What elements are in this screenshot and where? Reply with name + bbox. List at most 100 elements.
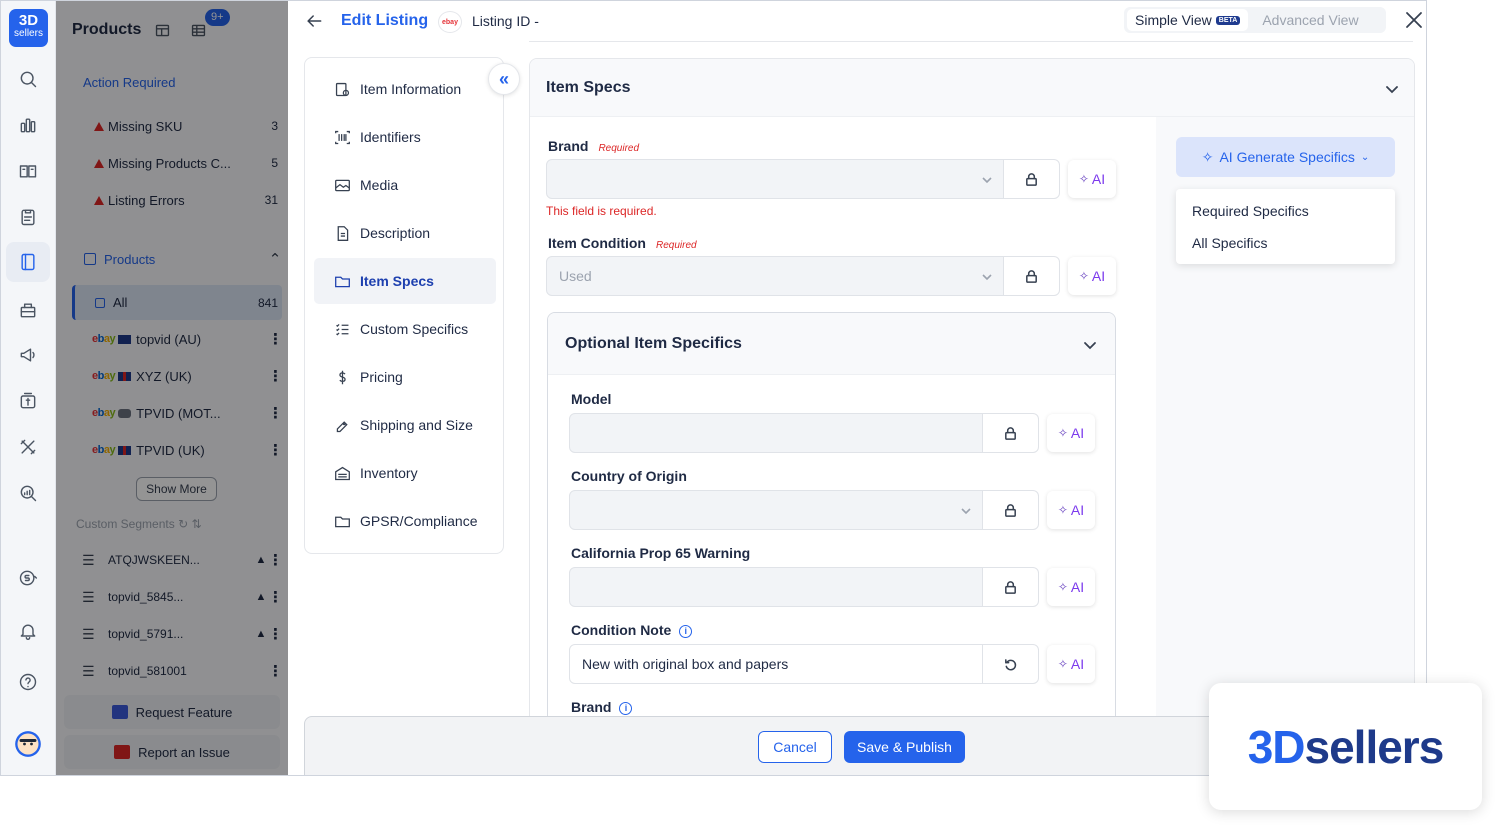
nav-item-identifiers[interactable]: Identifiers: [314, 114, 496, 160]
tools-icon[interactable]: [14, 433, 42, 461]
products-section-header[interactable]: Products ⌃: [72, 244, 282, 274]
subscription-icon[interactable]: [14, 564, 42, 592]
analytics-icon[interactable]: [14, 111, 42, 139]
nav-item-shipping[interactable]: Shipping and Size: [314, 402, 496, 448]
close-icon[interactable]: [1404, 10, 1424, 30]
kebab-menu-icon[interactable]: ⋮: [268, 551, 283, 569]
brand-select[interactable]: [546, 159, 1004, 199]
refresh-icon[interactable]: ↻: [178, 517, 188, 531]
sort-icon[interactable]: ⇅: [191, 517, 201, 531]
report-issue-button[interactable]: Report an Issue: [64, 735, 280, 769]
lock-icon[interactable]: [1004, 256, 1060, 296]
kebab-menu-icon[interactable]: ⋮: [268, 330, 283, 348]
nav-item-information[interactable]: Item Information: [314, 66, 496, 112]
nav-item-gpsr[interactable]: GPSR/Compliance: [314, 498, 496, 544]
help-icon[interactable]: [14, 668, 42, 696]
drag-handle-icon[interactable]: ☰: [82, 663, 96, 680]
kebab-menu-icon[interactable]: ⋮: [268, 441, 283, 459]
menu-item-required-specifics[interactable]: Required Specifics: [1192, 203, 1309, 219]
ai-fill-button[interactable]: ✧ AI: [1068, 257, 1116, 295]
ai-fill-button[interactable]: ✧ AI: [1047, 491, 1095, 529]
inventory-icon[interactable]: [14, 296, 42, 324]
chevron-down-icon[interactable]: [1083, 338, 1097, 352]
ai-fill-button[interactable]: ✧ AI: [1068, 160, 1116, 198]
item-specs-header[interactable]: Item Specs: [530, 59, 1414, 117]
app-logo[interactable]: 3D sellers: [9, 9, 48, 47]
prop65-input[interactable]: [569, 567, 983, 607]
orders-icon[interactable]: [14, 157, 42, 185]
reset-icon[interactable]: [983, 644, 1039, 684]
advanced-view-tab[interactable]: Advanced View: [1262, 12, 1358, 28]
folder-icon: [335, 516, 350, 527]
store-item[interactable]: ebay XYZ (UK) ⋮: [72, 361, 283, 391]
clipboard-icon[interactable]: [14, 203, 42, 231]
ai-generate-specifics-button[interactable]: ✧ AI Generate Specifics ⌄: [1176, 137, 1395, 177]
store-item[interactable]: ebay TPVID (MOT... ⋮: [72, 398, 283, 428]
nav-item-description[interactable]: Description: [314, 210, 496, 256]
chevron-up-icon[interactable]: ⌃: [268, 250, 282, 268]
action-item-missing-products[interactable]: Missing Products C... 5: [72, 148, 282, 178]
nav-item-pricing[interactable]: Pricing: [314, 354, 496, 400]
kebab-menu-icon[interactable]: ⋮: [268, 588, 283, 606]
layout-icon[interactable]: [148, 17, 176, 43]
show-more-button[interactable]: Show More: [136, 477, 217, 501]
kebab-menu-icon[interactable]: ⋮: [268, 662, 283, 680]
store-item[interactable]: ebay topvid (AU) ⋮: [72, 324, 283, 354]
nav-item-media[interactable]: Media: [314, 162, 496, 208]
country-select[interactable]: [569, 490, 983, 530]
optional-specifics-header[interactable]: Optional Item Specifics: [548, 313, 1115, 375]
listings-icon[interactable]: [6, 242, 50, 282]
lock-icon[interactable]: [983, 413, 1039, 453]
pin-icon[interactable]: ▲: [254, 554, 268, 566]
ai-fill-button[interactable]: ✧ AI: [1047, 414, 1095, 452]
reports-icon[interactable]: [14, 479, 42, 507]
lock-icon[interactable]: [1004, 159, 1060, 199]
info-icon[interactable]: i: [679, 625, 693, 638]
repricer-icon[interactable]: [14, 387, 42, 415]
condition-select[interactable]: Used: [546, 256, 1004, 296]
drag-handle-icon[interactable]: ☰: [82, 589, 96, 606]
kebab-menu-icon[interactable]: ⋮: [268, 625, 283, 643]
simple-view-tab[interactable]: Simple View BETA: [1127, 9, 1249, 31]
kebab-menu-icon[interactable]: ⋮: [268, 367, 283, 385]
pin-icon[interactable]: ▲: [254, 628, 268, 640]
request-feature-button[interactable]: Request Feature: [64, 695, 280, 729]
menu-item-all-specifics[interactable]: All Specifics: [1192, 235, 1267, 251]
model-input[interactable]: [569, 413, 983, 453]
info-icon[interactable]: i: [619, 702, 633, 715]
drag-handle-icon[interactable]: ☰: [82, 552, 96, 569]
action-item-missing-sku[interactable]: Missing SKU 3: [72, 111, 282, 141]
save-publish-button[interactable]: Save & Publish: [844, 731, 965, 763]
au-flag-icon: [118, 334, 132, 344]
pin-icon[interactable]: ▲: [254, 591, 268, 603]
collapse-nav-button[interactable]: «: [488, 63, 520, 95]
condition-note-input[interactable]: New with original box and papers: [569, 644, 983, 684]
nav-item-label: Custom Specifics: [360, 321, 469, 337]
ai-fill-button[interactable]: ✧ AI: [1047, 568, 1095, 606]
segment-item[interactable]: ☰ topvid_5791... ▲ ⋮: [82, 619, 283, 649]
ai-fill-button[interactable]: ✧ AI: [1047, 645, 1095, 683]
back-arrow-icon[interactable]: [302, 9, 326, 33]
lock-icon[interactable]: [983, 490, 1039, 530]
nav-item-custom-specifics[interactable]: Custom Specifics: [314, 306, 496, 352]
chevron-down-icon[interactable]: [1385, 82, 1399, 96]
lock-icon[interactable]: [983, 567, 1039, 607]
marketing-icon[interactable]: [14, 341, 42, 369]
nav-item-inventory[interactable]: Inventory: [314, 450, 496, 496]
bell-icon[interactable]: [14, 617, 42, 645]
ai-panel: ✧ AI Generate Specifics ⌄ Required Specifi…: [1156, 117, 1414, 757]
segment-item[interactable]: ☰ ATQJWSKEEN... ▲ ⋮: [82, 545, 283, 575]
cancel-button[interactable]: Cancel: [758, 731, 832, 763]
kebab-menu-icon[interactable]: ⋮: [268, 404, 283, 422]
segment-item[interactable]: ☰ topvid_581001 ⋮: [82, 656, 283, 686]
nav-item-item-specs[interactable]: Item Specs: [314, 258, 496, 304]
ebay-logo-icon: ebay: [92, 370, 116, 382]
store-item[interactable]: ebay TPVID (UK) ⋮: [72, 435, 283, 465]
search-icon[interactable]: [14, 65, 42, 93]
segment-item[interactable]: ☰ topvid_5845... ▲ ⋮: [82, 582, 283, 612]
image-icon: [335, 179, 350, 191]
drag-handle-icon[interactable]: ☰: [82, 626, 96, 643]
products-all[interactable]: All 841: [72, 285, 282, 320]
user-avatar[interactable]: [14, 730, 42, 758]
action-item-listing-errors[interactable]: Listing Errors 31: [72, 185, 282, 215]
